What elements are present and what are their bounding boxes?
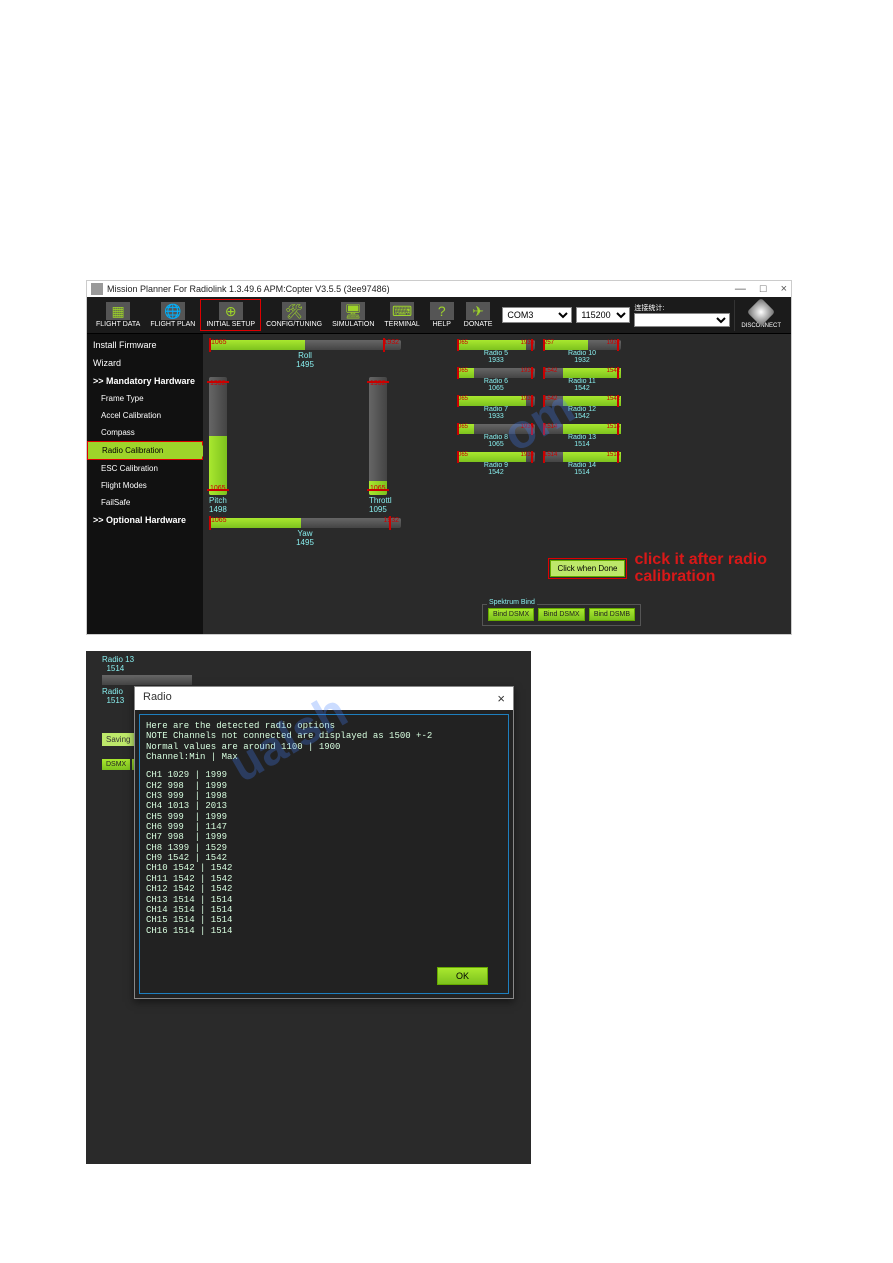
- window-titlebar: Mission Planner For Radiolink 1.3.49.6 A…: [87, 281, 791, 297]
- disconnect-button[interactable]: DISCONNECT: [734, 300, 787, 331]
- dialog-ok-button[interactable]: OK: [437, 967, 488, 985]
- roll-bar: 1065 1932 Roll1495: [209, 340, 401, 369]
- dialog-title: Radio: [143, 691, 172, 706]
- dialog-intro-text: Here are the detected radio options NOTE…: [146, 721, 502, 762]
- radio-dialog: Radio × Here are the detected radio opti…: [134, 686, 514, 999]
- setup-sidebar: Install Firmware Wizard >> Mandatory Har…: [87, 334, 203, 634]
- tool-config-tuning[interactable]: 🛠CONFIG/TUNING: [261, 300, 327, 330]
- sidebar-optional-hardware[interactable]: >> Optional Hardware: [87, 511, 203, 529]
- radio-bar: 15421542Radio 121542: [543, 396, 621, 420]
- tool-initial-setup[interactable]: ⊕INITIAL SETUP: [200, 299, 261, 331]
- sidebar-esc-calibration[interactable]: ESC Calibration: [87, 460, 203, 477]
- sidebar-radio-calibration[interactable]: Radio Calibration: [87, 441, 203, 460]
- sidebar-accel-calibration[interactable]: Accel Calibration: [87, 407, 203, 424]
- spektrum-bind-group: Spektrum Bind Bind DSMX Bind DSMX Bind D…: [482, 604, 641, 626]
- mission-planner-window: Mission Planner For Radiolink 1.3.49.6 A…: [86, 280, 792, 635]
- plug-icon: [747, 297, 775, 325]
- radio-bar: 0651933Radio 81065: [457, 424, 535, 448]
- pitch-bar: 1932 1065 Pitch1498: [209, 377, 229, 514]
- sidebar-compass[interactable]: Compass: [87, 424, 203, 441]
- sidebar-frame-type[interactable]: Frame Type: [87, 390, 203, 407]
- stats-select[interactable]: [634, 313, 730, 327]
- radio-bar: 15421542Radio 111542: [543, 368, 621, 392]
- tool-flight-plan[interactable]: 🌐FLIGHT PLAN: [145, 300, 200, 330]
- click-when-done-button[interactable]: Click when Done: [550, 560, 624, 577]
- sidebar-flight-modes[interactable]: Flight Modes: [87, 477, 203, 494]
- sidebar-failsafe[interactable]: FailSafe: [87, 494, 203, 511]
- dsmx-partial-button[interactable]: DSMX: [102, 759, 130, 770]
- conn-stats-label: 连接统计:: [634, 303, 730, 313]
- tool-flight-data[interactable]: ▦FLIGHT DATA: [91, 300, 145, 330]
- com-select[interactable]: COM3: [502, 307, 572, 323]
- sidebar-wizard[interactable]: Wizard: [87, 354, 203, 372]
- dialog-close-button[interactable]: ×: [497, 691, 505, 706]
- tool-help[interactable]: ?HELP: [425, 300, 459, 330]
- dialog-titlebar: Radio ×: [135, 687, 513, 710]
- sidebar-install-firmware[interactable]: Install Firmware: [87, 336, 203, 354]
- annotation-text: click it after radiocalibration: [635, 551, 768, 586]
- radio-bar: 0651933Radio 91542: [457, 452, 535, 476]
- radio-bar: 2571932Radio 101932: [543, 340, 621, 364]
- radio-bar: 0651933Radio 71933: [457, 396, 535, 420]
- saving-button[interactable]: Saving: [102, 733, 134, 746]
- dialog-channel-list: CH1 1029 | 1999 CH2 998 | 1999 CH3 999 |…: [146, 770, 502, 936]
- sidebar-mandatory-hardware[interactable]: >> Mandatory Hardware: [87, 372, 203, 390]
- bind-dsmx-2-button[interactable]: Bind DSMX: [538, 608, 584, 621]
- maximize-button[interactable]: □: [760, 283, 767, 295]
- radio-bar: 15141514Radio 131514: [543, 424, 621, 448]
- tool-simulation[interactable]: 🖥SIMULATION: [327, 300, 379, 330]
- radio-bar: 0651933Radio 61065: [457, 368, 535, 392]
- minimize-button[interactable]: —: [735, 283, 746, 295]
- tool-donate[interactable]: ✈DONATE: [459, 300, 498, 330]
- app-icon: [91, 283, 103, 295]
- yaw-bar: 1065 1932 Yaw1495: [209, 518, 401, 547]
- radio-cal-content: 1065 1932 Roll1495 1932: [203, 334, 791, 634]
- bind-dsmx-1-button[interactable]: Bind DSMX: [488, 608, 534, 621]
- baud-select[interactable]: 115200: [576, 307, 630, 323]
- bind-dsmb-button[interactable]: Bind DSMB: [589, 608, 635, 621]
- close-button[interactable]: ×: [781, 283, 787, 295]
- tool-terminal[interactable]: ⌨TERMINAL: [379, 300, 424, 330]
- radio-bar: 0651933Radio 51933: [457, 340, 535, 364]
- throttle-bar: 1932 1065 Throttl1095: [369, 377, 389, 514]
- background-window-2: Radio 13 1514 Radio 1513 Saving DSMX Bi …: [86, 651, 531, 1164]
- window-title: Mission Planner For Radiolink 1.3.49.6 A…: [107, 284, 390, 294]
- radio-bar: 15141514Radio 141514: [543, 452, 621, 476]
- main-toolbar: ▦FLIGHT DATA 🌐FLIGHT PLAN ⊕INITIAL SETUP…: [87, 297, 791, 334]
